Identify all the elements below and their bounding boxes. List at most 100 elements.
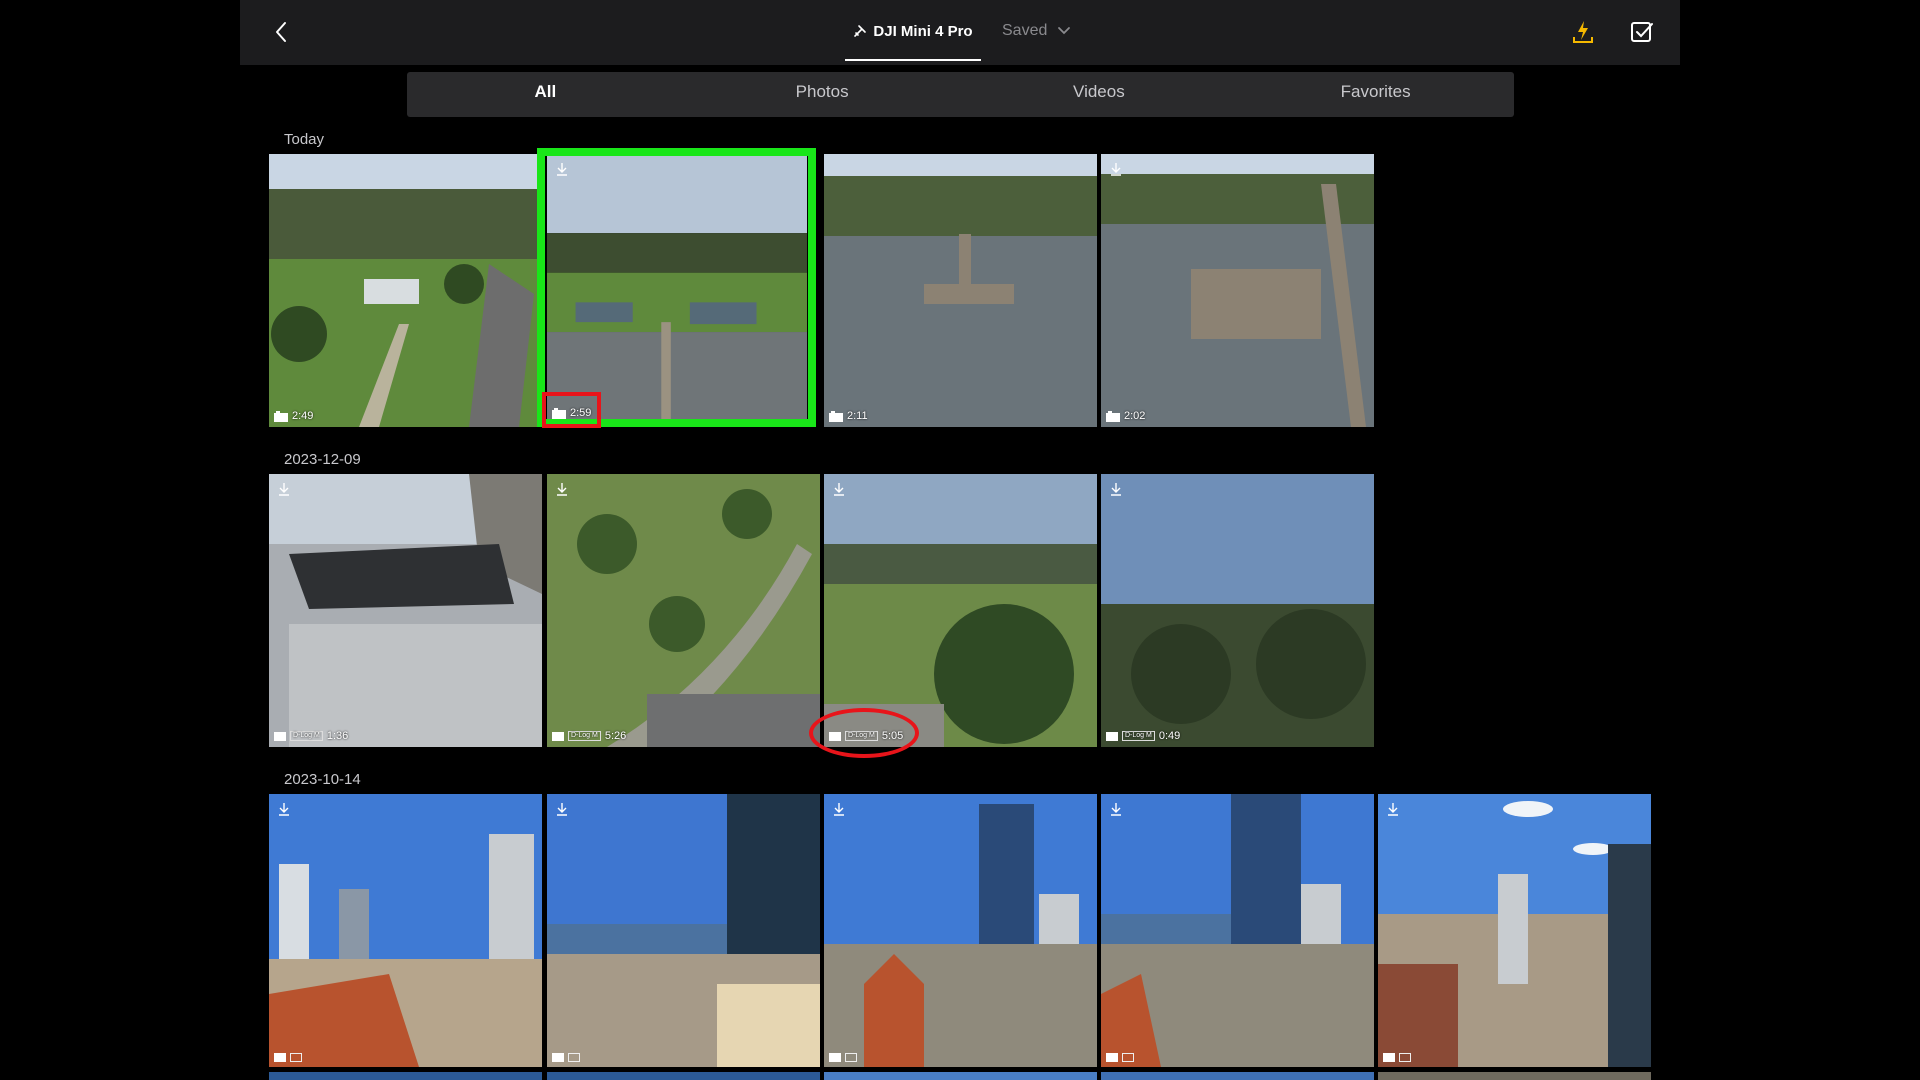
media-filter-tabs: All Photos Videos Favorites <box>407 72 1514 117</box>
drone-icon <box>854 25 867 37</box>
thumbnail-image <box>547 154 807 424</box>
video-duration: 1:36 <box>326 730 349 742</box>
back-button[interactable] <box>268 18 296 46</box>
device-tab[interactable]: DJI Mini 4 Pro <box>845 0 981 62</box>
album-screen: DJI Mini 4 Pro Saved All Photos Videos F… <box>240 0 1680 1080</box>
media-thumbnail[interactable]: D-Log M 5:26 <box>547 474 820 747</box>
media-thumbnail[interactable] <box>1378 794 1651 1067</box>
media-thumbnail[interactable]: D-Log M 5:05 <box>824 474 1097 747</box>
media-meta <box>274 1053 302 1062</box>
media-thumbnail[interactable]: D-Log M 1:36 <box>269 474 542 747</box>
thumbnail-image <box>824 154 1097 427</box>
media-meta <box>829 1053 857 1062</box>
download-icon <box>834 483 844 496</box>
download-icon <box>557 483 567 496</box>
select-button[interactable] <box>1629 19 1655 45</box>
video-duration: 2:02 <box>1124 410 1146 422</box>
video-icon <box>274 731 286 741</box>
media-thumbnail[interactable] <box>1101 794 1374 1067</box>
thumbnail-image <box>1101 474 1374 747</box>
media-thumbnail-partial[interactable] <box>824 1072 1097 1080</box>
media-meta <box>552 1053 580 1062</box>
media-meta: 2:49 <box>274 410 313 422</box>
video-duration: 5:05 <box>881 730 904 742</box>
media-meta <box>1106 1053 1134 1062</box>
media-thumbnail[interactable]: 2:49 <box>269 154 542 427</box>
video-camera-icon <box>552 407 566 419</box>
video-duration: 2:49 <box>292 410 314 422</box>
active-tab-indicator <box>845 59 981 61</box>
dlog-badge: D-Log M <box>290 731 323 741</box>
image-format-icon <box>568 1053 580 1062</box>
download-icon <box>557 803 567 816</box>
media-thumbnail[interactable]: 2:11 <box>824 154 1097 427</box>
thumbnail-image <box>547 794 820 1067</box>
download-icon <box>1111 163 1121 176</box>
media-thumbnail[interactable] <box>547 794 820 1067</box>
download-icon <box>1388 803 1398 816</box>
video-icon <box>552 731 564 741</box>
photo-icon <box>1383 1053 1395 1062</box>
thumbnail-image <box>824 474 1097 747</box>
photo-icon <box>552 1053 564 1062</box>
top-bar: DJI Mini 4 Pro Saved <box>240 0 1680 65</box>
media-meta: D-Log M 5:26 <box>552 730 626 742</box>
download-icon <box>279 483 289 496</box>
photo-icon <box>274 1053 286 1062</box>
media-thumbnail[interactable] <box>824 794 1097 1067</box>
section-date-2023-10-14: 2023-10-14 <box>284 771 361 788</box>
image-format-icon <box>1122 1053 1134 1062</box>
video-camera-icon <box>274 410 288 422</box>
media-thumbnail[interactable]: 2:59 <box>547 154 807 424</box>
download-icon <box>557 163 567 176</box>
media-thumbnail-partial[interactable] <box>269 1072 542 1080</box>
video-duration: 2:11 <box>847 410 868 422</box>
media-thumbnail-partial[interactable] <box>547 1072 820 1080</box>
tab-photos[interactable]: Photos <box>684 72 961 117</box>
thumbnail-image <box>1101 154 1374 427</box>
download-icon <box>279 803 289 816</box>
section-date-today: Today <box>284 131 325 148</box>
media-meta: D-Log M 0:49 <box>1106 730 1180 742</box>
device-name: DJI Mini 4 Pro <box>873 22 973 40</box>
video-icon <box>1106 731 1118 741</box>
thumbnail-image <box>547 474 820 747</box>
media-meta: D-Log M 1:36 <box>274 730 348 742</box>
dlog-badge: D-Log M <box>1122 731 1155 741</box>
video-duration: 2:59 <box>570 407 592 419</box>
dlog-badge: D-Log M <box>845 731 878 741</box>
chevron-down-icon <box>1058 27 1071 35</box>
thumbnail-image <box>1378 794 1651 1067</box>
media-thumbnail-partial[interactable] <box>1101 1072 1374 1080</box>
tab-favorites[interactable]: Favorites <box>1237 72 1514 117</box>
download-icon <box>1111 803 1121 816</box>
section-date-2023-12-09: 2023-12-09 <box>284 451 361 468</box>
tab-videos[interactable]: Videos <box>961 72 1238 117</box>
image-format-icon <box>1399 1053 1411 1062</box>
tab-all[interactable]: All <box>407 72 684 117</box>
media-meta: D-Log M 5:05 <box>829 730 903 742</box>
video-camera-icon <box>829 410 843 422</box>
thumbnail-image <box>269 794 542 1067</box>
flash-download-button[interactable] <box>1570 19 1596 45</box>
media-thumbnail[interactable] <box>269 794 542 1067</box>
media-thumbnail[interactable]: 2:02 <box>1101 154 1374 427</box>
media-thumbnail[interactable]: D-Log M 0:49 <box>1101 474 1374 747</box>
media-meta <box>1383 1053 1411 1062</box>
video-icon <box>829 731 841 741</box>
media-meta: 2:59 <box>552 407 591 419</box>
photo-icon <box>1106 1053 1118 1062</box>
video-duration: 5:26 <box>604 730 627 742</box>
thumbnail-image <box>1101 794 1374 1067</box>
media-thumbnail-partial[interactable] <box>1378 1072 1651 1080</box>
thumbnail-image <box>269 154 542 427</box>
media-meta: 2:02 <box>1106 410 1145 422</box>
photo-icon <box>829 1053 841 1062</box>
video-camera-icon <box>1106 410 1120 422</box>
saved-label: Saved <box>1002 22 1048 39</box>
chevron-left-icon <box>276 22 286 42</box>
media-meta: 2:11 <box>829 410 868 422</box>
image-format-icon <box>845 1053 857 1062</box>
dlog-badge: D-Log M <box>568 731 601 741</box>
saved-dropdown[interactable]: Saved <box>1002 0 1071 62</box>
